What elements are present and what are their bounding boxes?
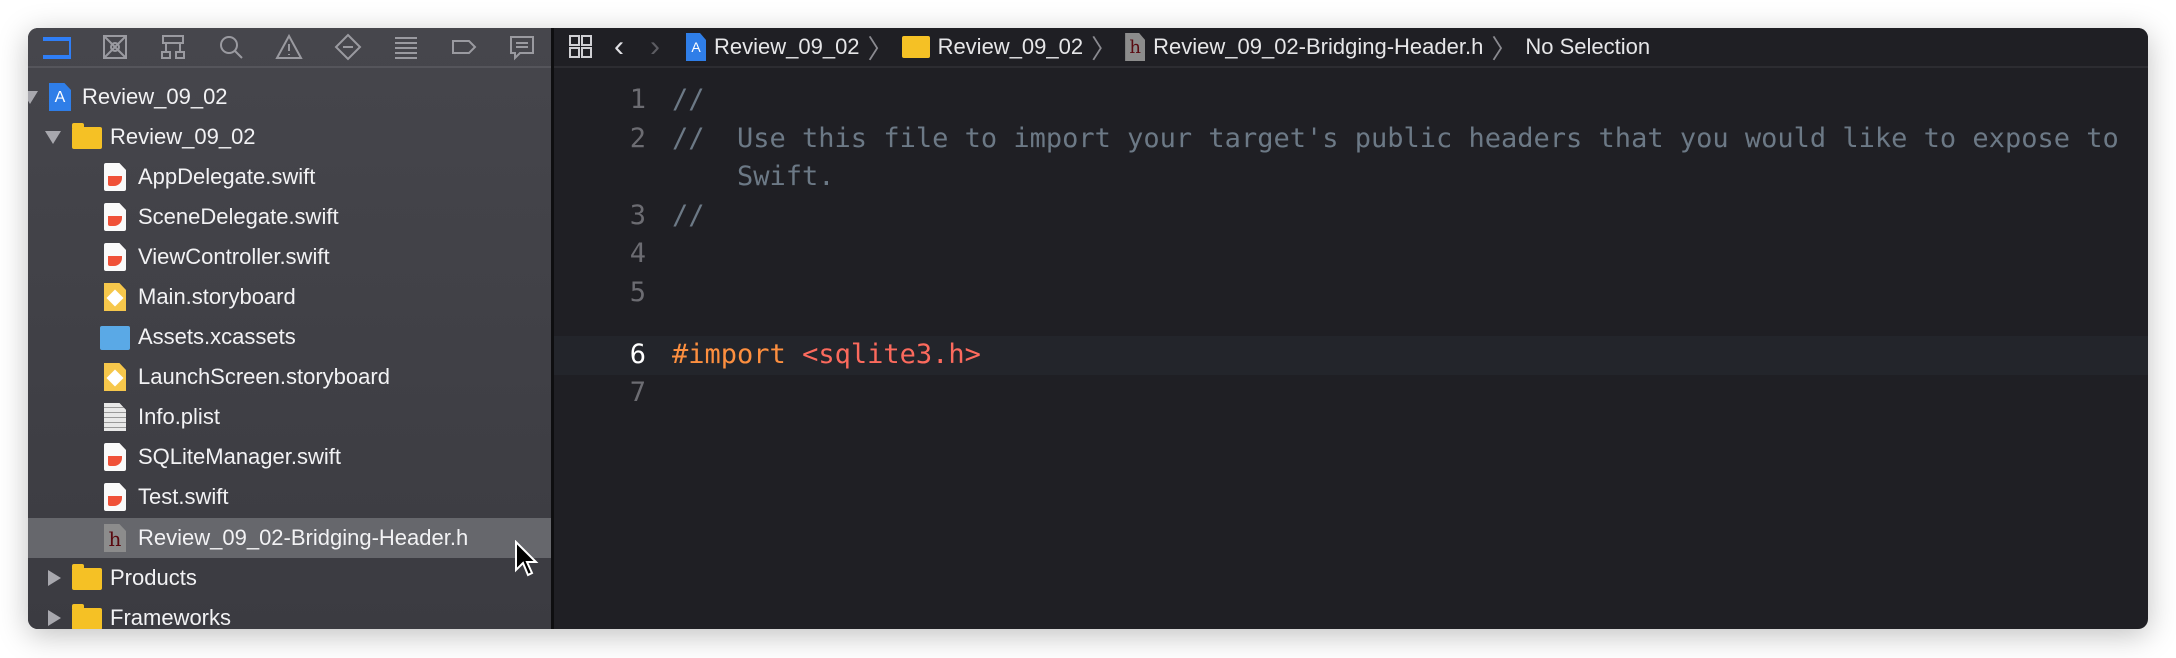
storyboard-icon	[104, 363, 126, 391]
code-comment: //	[672, 84, 705, 115]
disclosure-triangle-icon[interactable]	[48, 570, 61, 586]
tree-item-file[interactable]: Main.storyboard	[28, 277, 551, 317]
breadcrumb-separator-icon: 〉	[867, 33, 894, 64]
source-editor[interactable]: 1 2 3 4 5 6 7 // // Use this file to imp…	[554, 70, 2148, 629]
warning-icon[interactable]	[260, 33, 318, 61]
tree-item-file[interactable]: Test.swift	[28, 477, 551, 517]
navigator-tabs	[28, 28, 551, 68]
tree-item-file[interactable]: Assets.xcassets	[28, 317, 551, 357]
tree-item-label: Review_09_02-Bridging-Header.h	[138, 525, 469, 550]
tree-item-label: Products	[110, 565, 197, 590]
code-comment: Swift.	[672, 161, 835, 192]
debug-list-icon[interactable]	[377, 33, 435, 61]
header-file-icon: h	[1125, 33, 1146, 61]
tree-item-label: Review_09_02	[110, 124, 256, 149]
code-comment: //	[672, 200, 705, 231]
tree-item-label: AppDelegate.swift	[138, 164, 316, 189]
tree-item-group[interactable]: Review_09_02	[28, 117, 551, 157]
project-navigator: A Review_09_02 Review_09_02 AppDelegate.…	[28, 28, 551, 629]
tree-item-label: Review_09_02	[82, 84, 228, 109]
swift-file-icon	[104, 483, 126, 511]
breadcrumb-label: Review_09_02	[937, 34, 1084, 59]
code-comment: // Use this file to import your target's…	[672, 123, 2119, 154]
tree-item-label: Info.plist	[138, 404, 220, 429]
tree-item-file[interactable]: SceneDelegate.swift	[28, 197, 551, 237]
tree-item-file[interactable]: Info.plist	[28, 397, 551, 437]
tree-item-label: ViewController.swift	[138, 244, 330, 269]
tree-item-label: Assets.xcassets	[138, 324, 296, 349]
tree-item-label: SceneDelegate.swift	[138, 204, 339, 229]
breadcrumb-separator-icon: 〉	[1091, 33, 1118, 64]
search-icon[interactable]	[202, 33, 260, 61]
folder-icon	[901, 36, 930, 58]
line-number: 7	[629, 377, 646, 408]
breakpoint-icon[interactable]	[435, 33, 493, 61]
breadcrumb-separator-icon: 〉	[1491, 33, 1518, 64]
line-number: 3	[629, 200, 646, 231]
breadcrumb-label: Review_09_02	[714, 34, 860, 59]
hierarchy-icon[interactable]	[144, 33, 202, 61]
disclosure-triangle-icon[interactable]	[48, 610, 61, 626]
xcode-window: A Review_09_02 Review_09_02 AppDelegate.…	[28, 28, 2148, 629]
swift-file-icon	[104, 163, 126, 191]
swift-file-icon	[104, 243, 126, 271]
breadcrumb-label: No Selection	[1525, 34, 1651, 59]
tree-item-file[interactable]: ViewController.swift	[28, 237, 551, 277]
related-items-icon[interactable]	[568, 34, 594, 60]
folder-icon	[72, 123, 102, 149]
source-control-icon[interactable]	[86, 33, 144, 61]
tree-item-file[interactable]: LaunchScreen.storyboard	[28, 357, 551, 397]
disclosure-triangle-icon[interactable]	[45, 131, 61, 144]
tree-item-group[interactable]: Products	[28, 558, 551, 598]
import-path: <sqlite3.h>	[802, 339, 981, 370]
swift-file-icon	[104, 203, 126, 231]
breadcrumb-label: Review_09_02-Bridging-Header.h	[1153, 34, 1484, 59]
report-icon[interactable]	[493, 33, 551, 61]
tree-item-label: LaunchScreen.storyboard	[138, 364, 390, 389]
folder-icon	[72, 604, 102, 629]
line-number: 4	[629, 238, 646, 269]
storyboard-icon	[104, 283, 126, 311]
breadcrumb-symbol[interactable]: No Selection	[1525, 34, 1650, 60]
tree-item-label: Frameworks	[110, 605, 232, 629]
header-file-icon: h	[104, 524, 126, 552]
import-directive: #import	[672, 339, 786, 370]
folder-icon	[72, 564, 102, 590]
back-icon[interactable]: ‹	[614, 30, 624, 64]
forward-icon[interactable]: ›	[650, 30, 660, 64]
breadcrumb-file[interactable]: h Review_09_02-Bridging-Header.h	[1125, 33, 1483, 61]
line-number: 5	[629, 277, 646, 308]
xcode-project-icon: A	[49, 83, 71, 111]
line-number: 2	[629, 123, 646, 154]
test-diamond-icon[interactable]	[319, 33, 377, 61]
line-number: 6	[629, 339, 646, 370]
swift-file-icon	[104, 443, 126, 471]
jump-bar: ‹ › A Review_09_02 〉 Review_09_02 〉 h Revi…	[554, 28, 2148, 68]
folder-icon[interactable]	[28, 33, 86, 61]
tree-item-file[interactable]: SQLiteManager.swift	[28, 437, 551, 477]
asset-catalog-icon	[100, 326, 130, 350]
mouse-pointer-icon	[515, 540, 539, 577]
tree-item-file-selected[interactable]: h Review_09_02-Bridging-Header.h	[28, 518, 551, 558]
line-number: 1	[629, 84, 646, 115]
breadcrumb-group[interactable]: Review_09_02	[901, 34, 1084, 60]
plist-icon	[104, 403, 126, 431]
disclosure-triangle-icon[interactable]	[28, 91, 38, 104]
tree-item-label: Test.swift	[138, 484, 229, 509]
tree-item-group[interactable]: Frameworks	[28, 598, 551, 629]
tree-item-project[interactable]: A Review_09_02	[28, 77, 551, 117]
tree-item-file[interactable]: AppDelegate.swift	[28, 157, 551, 197]
breadcrumb-project[interactable]: A Review_09_02	[686, 33, 860, 61]
tree-item-label: Main.storyboard	[138, 284, 296, 309]
tree-item-label: SQLiteManager.swift	[138, 444, 341, 469]
xcode-project-icon: A	[686, 33, 706, 61]
